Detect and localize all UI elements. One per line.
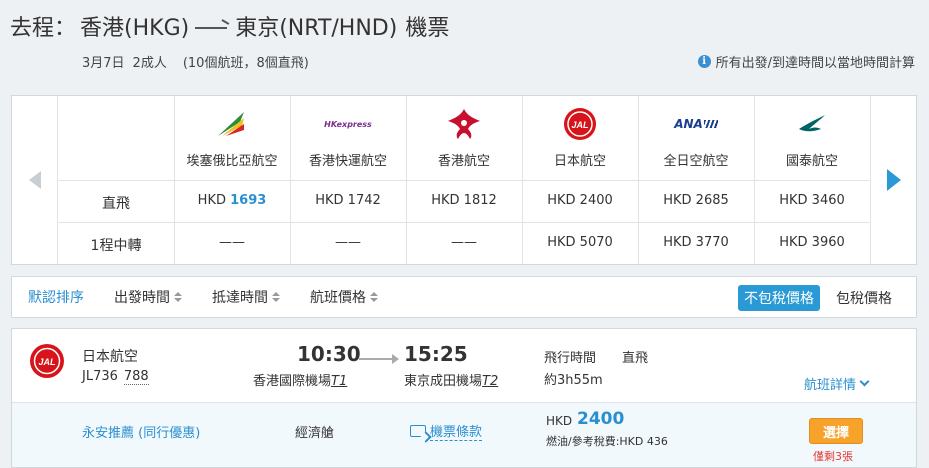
price-cell-onestop-jal[interactable]: HKD 5070 (522, 235, 638, 250)
price-currency: HKD (546, 414, 573, 428)
title-colon: ： (54, 16, 77, 41)
flight-details-link[interactable]: 航班詳情 (804, 374, 870, 393)
sort-caret-icon (272, 292, 280, 302)
hongkong-airlines-logo-icon (406, 104, 522, 144)
direct-label: 直飛 (622, 351, 649, 366)
price-cell-onestop-ethiopian: —— (219, 235, 245, 250)
flight-result-card: JAL 日本航空 JL736 788 10:30 15:25 香港國際機場T1 … (11, 328, 917, 468)
airline-name: 日本航空 (553, 154, 606, 169)
sort-departure-time[interactable]: 出發時間 (114, 287, 182, 307)
price-cell-direct-hkexpress[interactable]: HKD 1742 (290, 193, 406, 208)
title-suffix: 機票 (405, 16, 450, 41)
svg-text:JAL: JAL (38, 357, 55, 367)
sort-bar: 默認排序 出發時間 抵達時間 航班價格 不包稅價格 包稅價格 (11, 276, 917, 318)
search-summary: 3月7日 2成人 (10個航班，8個直飛) (82, 52, 309, 71)
price-cell-direct-jal[interactable]: HKD 2400 (522, 193, 638, 208)
row-divider (58, 180, 870, 181)
sort-price[interactable]: 航班價格 (310, 287, 378, 307)
chevron-right-icon (886, 169, 901, 191)
row-divider (58, 222, 870, 223)
airline-name: 全日空航空 (663, 154, 729, 169)
airline-name: 香港航空 (437, 154, 490, 169)
route-arrow-icon (195, 19, 229, 33)
promo-label[interactable]: 永安推薦 (同行優惠) (82, 422, 200, 441)
airline-header-hkexpress[interactable]: HKexpress 香港快運航空 (290, 96, 406, 180)
departure-airport: 香港國際機場T1 (253, 374, 348, 389)
jal-logo-icon: JAL (522, 104, 638, 144)
airline-header-hongkong-airlines[interactable]: 香港航空 (406, 96, 522, 180)
airline-header-ethiopian[interactable]: 埃塞俄比亞航空 (174, 96, 290, 180)
fare-price: 2400 (577, 409, 625, 429)
arrival-airport: 東京成田機場T2 (404, 374, 499, 389)
airline-header-cathay[interactable]: 國泰航空 (754, 96, 870, 180)
result-airline-name: 日本航空 (82, 349, 138, 365)
jal-logo-icon: JAL (29, 343, 65, 379)
tax-fee-info: 燃油/參考稅費:HKD 436 (546, 435, 668, 448)
chevron-left-icon (28, 171, 41, 189)
airline-header-jal[interactable]: JAL 日本航空 (522, 96, 638, 180)
price-cell-onestop-cathay[interactable]: HKD 3960 (754, 235, 870, 250)
sort-default[interactable]: 默認排序 (28, 287, 84, 307)
title-prefix: 去程 (10, 16, 55, 41)
airline-header-ana[interactable]: ANA 全日空航空 (638, 96, 754, 180)
matrix-next-button[interactable] (870, 96, 916, 264)
tax-toggle: 不包稅價格 包稅價格 (738, 285, 898, 311)
svg-text:JAL: JAL (571, 120, 588, 130)
terms-icon (410, 425, 426, 437)
price-cell-onestop-ana[interactable]: HKD 3770 (638, 235, 754, 250)
time-note: i 所有出發/到達時間以當地時間計算 (697, 52, 915, 71)
cathay-logo-icon (754, 104, 870, 144)
ana-logo-icon: ANA (638, 104, 754, 144)
price-cell-direct-ana[interactable]: HKD 2685 (638, 193, 754, 208)
chevron-down-icon (859, 376, 870, 387)
airline-name: 香港快運航空 (308, 154, 387, 169)
cabin-class: 經濟艙 (295, 426, 335, 441)
seats-remaining: 僅剩3張 (813, 450, 853, 463)
row-label-one-stop: 1程中轉 (90, 238, 142, 254)
passenger-count: 2成人 (132, 56, 167, 71)
flight-duration: 約3h55m (544, 373, 603, 388)
arrival-time: 15:25 (404, 342, 468, 366)
flight-count-summary: (10個航班，8個直飛) (182, 56, 309, 71)
time-note-text: 所有出發/到達時間以當地時間計算 (715, 56, 915, 71)
matrix-prev-button[interactable] (12, 96, 58, 264)
price-cell-direct-cathay[interactable]: HKD 3460 (754, 193, 870, 208)
row-label-direct: 直飛 (102, 196, 130, 212)
airline-name: 國泰航空 (785, 154, 838, 169)
select-button[interactable]: 選擇 (809, 418, 863, 444)
airline-name: 埃塞俄比亞航空 (186, 154, 278, 169)
departure-time: 10:30 (297, 342, 361, 366)
tax-exclusive-button[interactable]: 不包稅價格 (738, 285, 820, 311)
sort-caret-icon (174, 292, 182, 302)
flight-time-label: 飛行時間 (544, 351, 597, 366)
price-cell-direct-hongkong-airlines[interactable]: HKD 1812 (406, 193, 522, 208)
aircraft-type[interactable]: 788 (123, 369, 149, 385)
airline-price-matrix: 直飛 1程中轉 埃塞俄比亞航空 HKexpress 香港快運航空 香港航空 JA… (11, 95, 917, 265)
flight-number: JL736 788 (82, 369, 149, 385)
price-cell-onestop-hongkong-airlines: —— (451, 235, 477, 250)
fare-terms-link[interactable]: 機票條款 (410, 421, 483, 441)
arrival-terminal: T2 (482, 374, 499, 389)
travel-date: 3月7日 (82, 56, 125, 71)
ethiopian-logo-icon (174, 104, 290, 144)
hkexpress-logo-icon: HKexpress (324, 119, 372, 129)
sort-arrival-time[interactable]: 抵達時間 (212, 287, 280, 307)
departure-terminal: T1 (331, 374, 348, 389)
price-cell-direct-ethiopian[interactable]: HKD 1693 (174, 193, 290, 208)
destination-city: 東京(NRT/HND) (235, 16, 398, 41)
arrow-right-icon (359, 354, 399, 364)
origin-city: 香港(HKG) (80, 16, 190, 41)
sort-caret-icon (370, 292, 378, 302)
tax-inclusive-button[interactable]: 包稅價格 (830, 285, 898, 311)
page-title: 去程 ： 香港(HKG) 東京(NRT/HND) 機票 (10, 10, 449, 42)
price-cell-onestop-hkexpress: —— (335, 235, 361, 250)
info-icon: i (697, 55, 711, 68)
